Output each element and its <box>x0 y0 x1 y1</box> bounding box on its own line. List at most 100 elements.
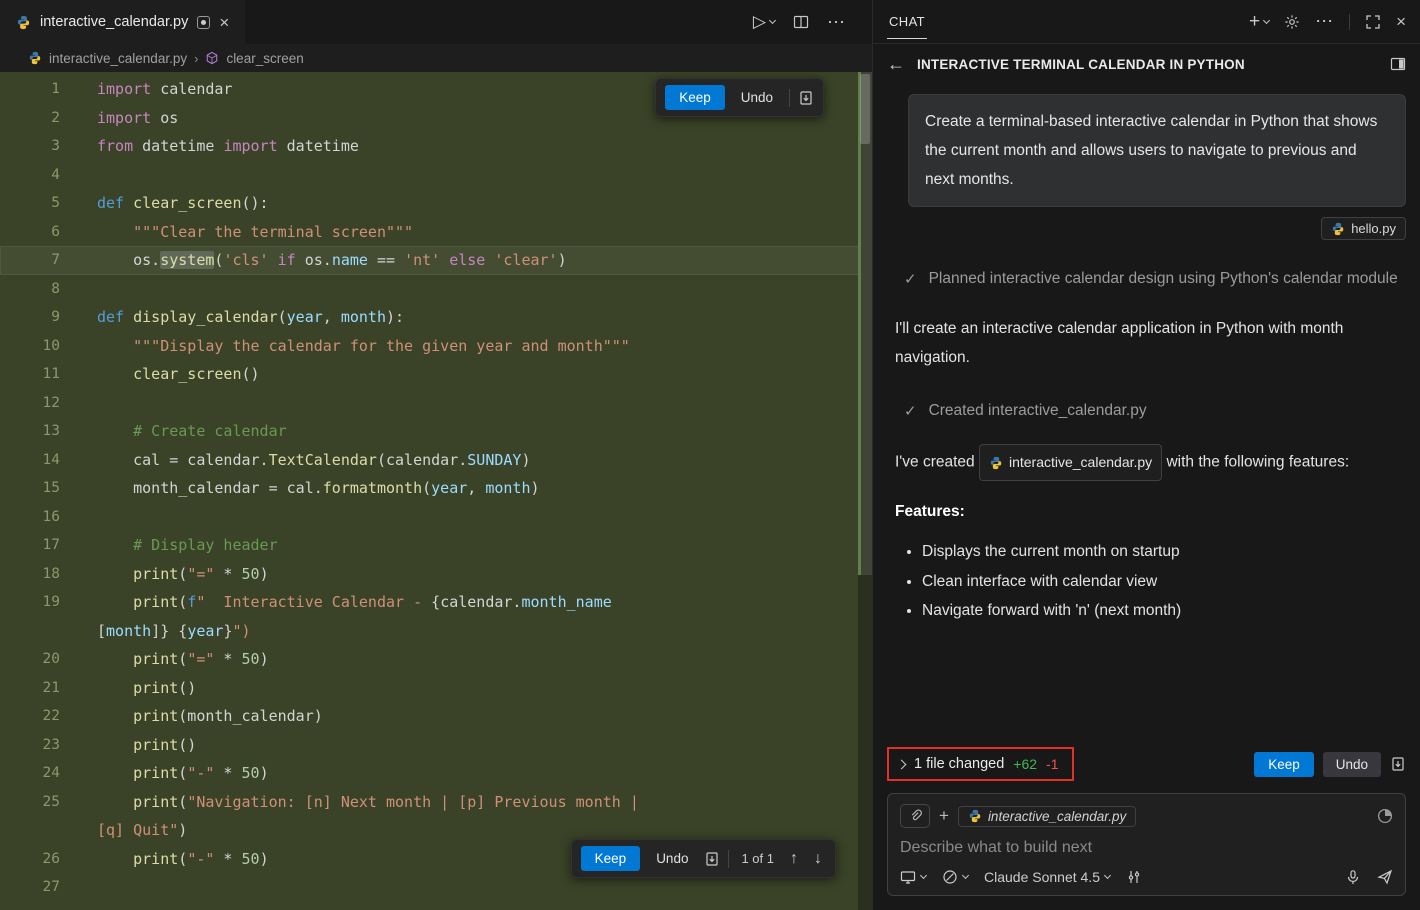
line-number: 19 <box>0 594 60 610</box>
keep-button[interactable]: Keep <box>1254 752 1314 777</box>
feature-item: Navigate forward with 'n' (next month) <box>922 596 1406 626</box>
apply-all-files-icon[interactable] <box>1390 756 1406 772</box>
undo-button[interactable]: Undo <box>1323 752 1381 777</box>
line-number: 14 <box>0 452 60 468</box>
tools-icon[interactable] <box>1126 869 1142 885</box>
line-number: 7 <box>0 252 60 268</box>
code-text: month_calendar = cal.formatmonth(year, m… <box>97 479 540 497</box>
previous-change-icon[interactable]: ↑ <box>786 850 802 868</box>
line-number: 26 <box>0 851 60 867</box>
session-target-picker[interactable] <box>900 869 926 885</box>
features-list: Displays the current month on startupCle… <box>895 537 1406 626</box>
chat-prompt-input[interactable] <box>900 839 1393 857</box>
line-number: 25 <box>0 794 60 810</box>
attachment-row: hello.py <box>895 217 1406 240</box>
undo-button[interactable]: Undo <box>648 846 696 871</box>
file-chip-label: interactive_calendar.py <box>1009 447 1152 478</box>
apply-file-icon[interactable] <box>704 851 720 867</box>
chat-panel-title[interactable]: CHAT <box>887 10 927 33</box>
mode-picker[interactable] <box>942 869 968 885</box>
code-row: 8 <box>0 275 872 304</box>
code-text: import calendar <box>97 80 232 98</box>
change-counter: 1 of 1 <box>737 851 778 866</box>
tab-interactive-calendar[interactable]: interactive_calendar.py × <box>0 0 245 44</box>
next-change-icon[interactable]: ↓ <box>810 850 826 868</box>
line-number: 3 <box>0 138 60 154</box>
line-number: 2 <box>0 110 60 126</box>
add-context-icon[interactable]: + <box>939 806 949 826</box>
code-text: # Create calendar <box>97 422 287 440</box>
code-editor[interactable]: 1import calendar2import os3from datetime… <box>0 72 872 910</box>
tab-close-icon[interactable]: × <box>219 14 229 31</box>
more-actions-icon[interactable]: ⋯ <box>827 12 846 33</box>
expand-chevron-icon[interactable] <box>897 759 907 769</box>
python-file-icon <box>989 456 1003 470</box>
send-icon[interactable] <box>1377 869 1393 885</box>
code-text: print() <box>97 679 196 697</box>
breadcrumb: interactive_calendar.py › clear_screen <box>0 44 872 72</box>
code-row: 18 print("=" * 50) <box>0 560 872 589</box>
symbol-method-icon <box>205 51 219 65</box>
editor-scrollbar[interactable] <box>858 72 872 910</box>
new-chat-dropdown-icon[interactable] <box>1263 16 1270 23</box>
mic-icon[interactable] <box>1345 869 1361 885</box>
attach-context-button[interactable] <box>900 804 930 828</box>
close-panel-icon[interactable]: × <box>1396 13 1406 30</box>
line-number: 10 <box>0 338 60 354</box>
divider <box>789 89 790 107</box>
code-text: [month]} {year}") <box>97 622 251 640</box>
check-icon: ✓ <box>904 397 917 426</box>
code-text: [q] Quit") <box>97 821 187 839</box>
feature-item: Displays the current month on startup <box>922 537 1406 567</box>
model-picker[interactable]: Claude Sonnet 4.5 <box>984 869 1110 885</box>
keep-button[interactable]: Keep <box>581 846 641 871</box>
undo-button[interactable]: Undo <box>733 85 781 110</box>
context-usage-icon[interactable] <box>1377 808 1393 824</box>
line-number: 27 <box>0 879 60 895</box>
file-chip-interactive-calendar[interactable]: interactive_calendar.py <box>979 444 1162 481</box>
split-editor-icon[interactable] <box>793 14 809 30</box>
slash-circle-icon <box>942 869 958 885</box>
context-chip[interactable]: interactive_calendar.py <box>958 806 1136 827</box>
python-file-icon <box>968 809 982 823</box>
line-number: 16 <box>0 509 60 525</box>
attachment-chip-hello-py[interactable]: hello.py <box>1321 217 1406 240</box>
breadcrumb-symbol[interactable]: clear_screen <box>226 51 303 66</box>
line-number: 5 <box>0 195 60 211</box>
line-number: 22 <box>0 708 60 724</box>
user-message: Create a terminal-based interactive cale… <box>908 94 1406 207</box>
line-number: 20 <box>0 651 60 667</box>
inline-edit-actions-top: Keep Undo <box>655 78 824 117</box>
python-file-icon <box>16 15 31 30</box>
run-dropdown-icon[interactable] <box>769 17 776 24</box>
editor-tab-bar: interactive_calendar.py × ▷ ⋯ <box>0 0 872 44</box>
apply-file-icon[interactable] <box>798 90 814 106</box>
gear-icon[interactable] <box>1284 14 1300 30</box>
scrollbar-thumb[interactable] <box>858 72 872 575</box>
changed-files-summary[interactable]: 1 file changed +62 -1 <box>887 747 1074 781</box>
run-button[interactable]: ▷ <box>753 12 775 32</box>
line-number: 15 <box>0 480 60 496</box>
chat-panel: CHAT + ⋯ × ← INTERACTIVE TERMI <box>872 0 1420 910</box>
code-row: 13 # Create calendar <box>0 417 872 446</box>
line-number: 23 <box>0 737 60 753</box>
open-in-editor-icon[interactable] <box>1390 56 1406 72</box>
code-text: os.system('cls' if os.name == 'nt' else … <box>97 251 567 269</box>
code-row: 17 # Display header <box>0 531 872 560</box>
code-row: 22 print(month_calendar) <box>0 702 872 731</box>
run-icon: ▷ <box>753 12 766 32</box>
line-number: 6 <box>0 224 60 240</box>
input-toolbar: Claude Sonnet 4.5 <box>900 869 1393 885</box>
maximize-icon[interactable] <box>1365 14 1381 30</box>
check-icon: ✓ <box>904 265 917 294</box>
new-chat-button[interactable]: + <box>1249 12 1269 31</box>
chat-more-icon[interactable]: ⋯ <box>1315 11 1334 32</box>
breadcrumb-file[interactable]: interactive_calendar.py <box>49 51 187 66</box>
model-label: Claude Sonnet 4.5 <box>984 869 1100 885</box>
line-number: 8 <box>0 281 60 297</box>
keep-button[interactable]: Keep <box>665 85 725 110</box>
back-icon[interactable]: ← <box>887 54 905 75</box>
code-row: 7 os.system('cls' if os.name == 'nt' els… <box>0 246 872 275</box>
line-number: 4 <box>0 167 60 183</box>
chat-input-box[interactable]: + interactive_calendar.py <box>887 793 1406 896</box>
